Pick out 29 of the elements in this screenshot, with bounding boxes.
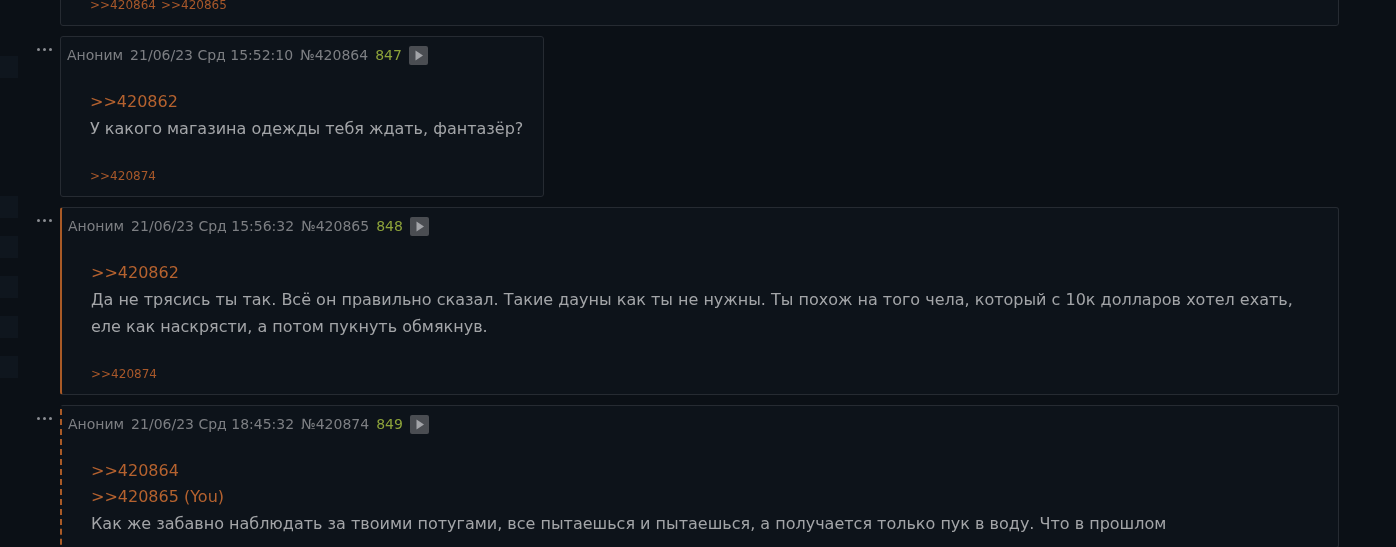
quote-link[interactable]: >>420865 (You) [91, 484, 225, 510]
post-count: 849 [376, 416, 403, 432]
play-icon[interactable] [409, 414, 429, 434]
quote-link[interactable]: >>420862 [91, 260, 179, 286]
post-date: 21/06/23 Срд 18:45:32 [131, 416, 295, 432]
play-icon[interactable] [409, 216, 429, 236]
reply-link[interactable]: >>420864 [90, 0, 156, 15]
post-number[interactable]: №420864 [300, 47, 369, 63]
menu-icon[interactable] [37, 46, 52, 53]
poster-name: Аноним [68, 218, 125, 234]
quote-link[interactable]: >>420864 [91, 458, 179, 484]
post-count: 848 [376, 218, 403, 234]
post-date: 21/06/23 Срд 15:52:10 [130, 47, 294, 63]
post-text: У какого магазина одежды тебя ждать, фантазёр? [90, 118, 524, 140]
reply-link[interactable]: >>420874 [90, 166, 156, 186]
post-date: 21/06/23 Срд 15:56:32 [131, 218, 295, 234]
reply-link[interactable]: >>420874 [91, 364, 157, 384]
menu-icon[interactable] [37, 415, 52, 422]
reply-link[interactable]: >>420865 [160, 0, 227, 15]
menu-icon[interactable] [37, 217, 52, 224]
post-text: Да не трясись ты так. Всё он правильно сказал. Такие дауны как ты не нужны. Ты похож на того чела, который с 10к долларов хотел ехать, еле как наскрясти, а потом пукнуть обмякнув. [91, 289, 1294, 338]
post-text: Как же забавно наблюдать за твоими потугами, все пытаешься и пытаешься, а получается только пук в воду. Что в прошлом [91, 513, 1167, 535]
poster-name: Аноним [68, 416, 125, 432]
poster-name: Аноним [67, 47, 124, 63]
play-icon[interactable] [408, 45, 428, 65]
post-number[interactable]: №420865 [301, 218, 370, 234]
post-count: 847 [375, 47, 402, 63]
quote-link[interactable]: >>420862 [90, 89, 178, 115]
post-number[interactable]: №420874 [301, 416, 370, 432]
